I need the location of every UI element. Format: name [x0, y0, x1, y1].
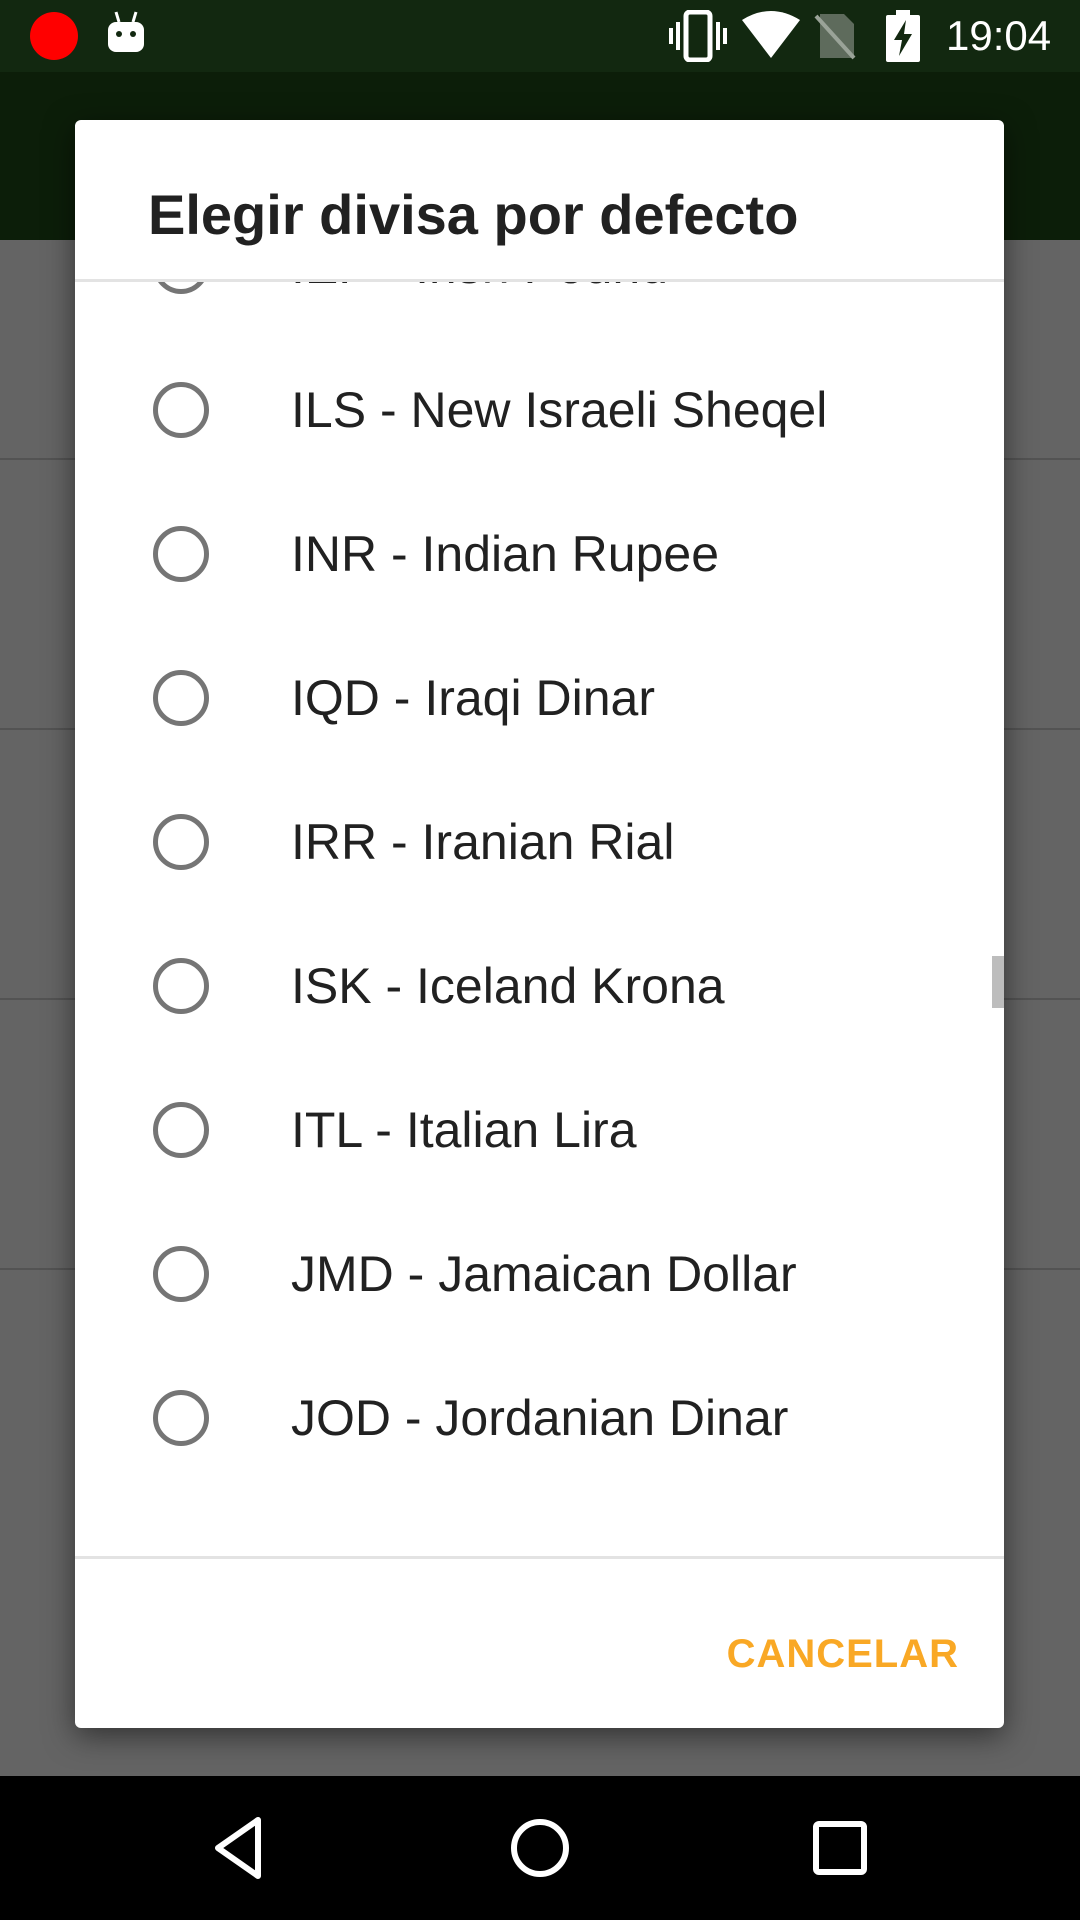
currency-label: ISK - Iceland Krona [291, 958, 725, 1014]
home-icon[interactable] [500, 1808, 580, 1888]
currency-label: INR - Indian Rupee [291, 526, 720, 582]
list-item[interactable]: IRR - Iranian Rial [75, 770, 1004, 914]
list-item[interactable]: ISK - Iceland Krona [75, 914, 1004, 1058]
cancel-button[interactable]: CANCELAR [699, 1616, 959, 1692]
android-debug-icon [108, 11, 144, 52]
no-sim-icon [814, 14, 856, 60]
radio-button[interactable] [153, 382, 209, 438]
currency-label: IQD - Iraqi Dinar [291, 670, 655, 726]
currency-label: IRR - Iranian Rial [291, 814, 675, 870]
list-item[interactable]: IQD - Iraqi Dinar [75, 626, 1004, 770]
list-item[interactable]: JMD - Jamaican Dollar [75, 1202, 1004, 1346]
currency-label: ITL - Italian Lira [291, 1102, 637, 1158]
back-icon[interactable] [200, 1808, 280, 1888]
radio-button[interactable] [153, 282, 209, 294]
wifi-icon [742, 11, 800, 58]
scrollbar-thumb[interactable] [992, 956, 1004, 1008]
list-item[interactable]: ITL - Italian Lira [75, 1058, 1004, 1202]
radio-button[interactable] [153, 526, 209, 582]
currency-dialog: Elegir divisa por defecto IEP - Irish Po… [75, 120, 1004, 1728]
battery-charging-icon [886, 10, 920, 62]
status-clock: 19:04 [946, 12, 1052, 59]
currency-label: JOD - Jordanian Dinar [291, 1390, 789, 1446]
currency-label: ILS - New Israeli Sheqel [291, 382, 828, 438]
list-item[interactable]: ILS - New Israeli Sheqel [75, 338, 1004, 482]
dialog-title: Elegir divisa por defecto [148, 183, 799, 246]
list-item[interactable]: INR - Indian Rupee [75, 482, 1004, 626]
currency-label: JMD - Jamaican Dollar [291, 1246, 797, 1302]
status-bar: 19:04 [0, 0, 1080, 72]
currency-list[interactable]: IEP - Irish Pound ILS - New Israeli Sheq… [75, 282, 1004, 1676]
navigation-bar [0, 1776, 1080, 1920]
radio-button[interactable] [153, 670, 209, 726]
vibrate-icon [669, 10, 727, 62]
recents-icon[interactable] [800, 1808, 880, 1888]
list-item[interactable]: IEP - Irish Pound [75, 282, 1004, 338]
radio-button[interactable] [153, 958, 209, 1014]
list-item[interactable]: JOD - Jordanian Dinar [75, 1346, 1004, 1490]
radio-button[interactable] [153, 1102, 209, 1158]
currency-label: IEP - Irish Pound [291, 282, 668, 298]
radio-button[interactable] [153, 1246, 209, 1302]
actions-divider [75, 1556, 1004, 1559]
radio-button[interactable] [153, 814, 209, 870]
record-dot-icon [30, 12, 78, 60]
radio-button[interactable] [153, 1390, 209, 1446]
